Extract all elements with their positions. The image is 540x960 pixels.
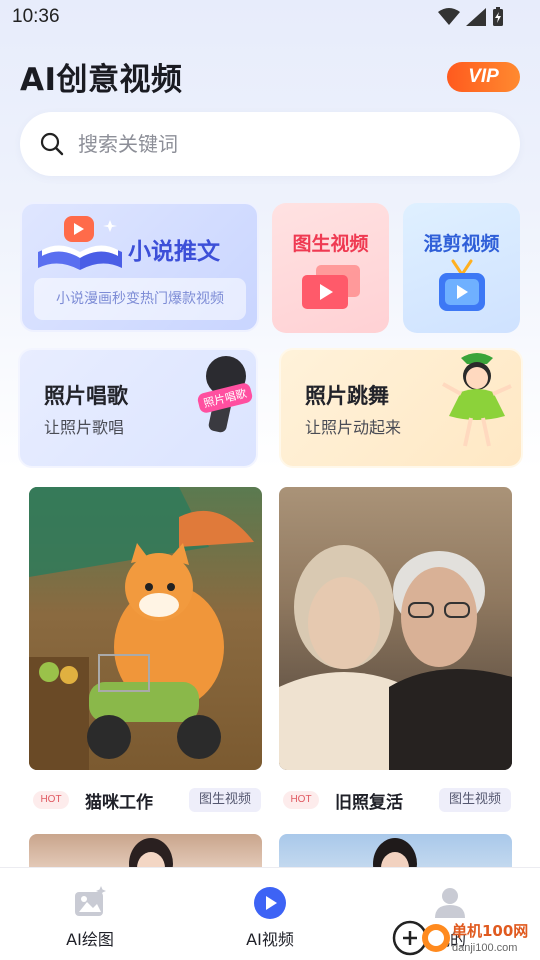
img2video-card-title: 图生视频 [292, 233, 369, 255]
novel-card-title: 小说推文 [128, 239, 220, 265]
dance-card-subtitle: 让照片动起来 [305, 418, 402, 437]
mix-card-title: 混剪视频 [423, 233, 500, 255]
template-info-row[interactable]: HOT 猫咪工作 图生视频 [33, 786, 261, 814]
photo-dance-card[interactable]: 照片跳舞 让照片动起来 [279, 348, 523, 468]
template-image-old-photo[interactable] [279, 487, 512, 770]
sing-card-subtitle: 让照片歌唱 [44, 418, 125, 437]
signal-icon [466, 8, 486, 26]
wifi-icon [438, 8, 460, 25]
nav-item-ai-draw[interactable]: AI绘图 [30, 868, 150, 960]
battery-icon [493, 7, 503, 26]
dance-card-title: 照片跳舞 [305, 384, 389, 408]
nav-item-ai-video[interactable]: AI视频 [210, 868, 330, 960]
page-title: AI创意视频 [20, 62, 183, 98]
image-icon [75, 886, 106, 916]
template-tag[interactable]: 图生视频 [438, 788, 511, 812]
watermark-text: 单机100网 [452, 922, 529, 940]
nav-label: AI视频 [246, 930, 294, 949]
image-to-video-card[interactable]: 图生视频 [272, 203, 389, 333]
vip-button[interactable]: VIP [447, 62, 520, 92]
hot-badge: HOT [283, 791, 319, 809]
mix-video-card[interactable]: 混剪视频 [403, 203, 520, 333]
tv-icon [439, 259, 485, 311]
template-tag[interactable]: 图生视频 [188, 788, 261, 812]
status-icons [438, 7, 504, 27]
search-input[interactable] [78, 112, 498, 176]
novel-video-card[interactable]: 小说推文 小说漫画秒变热门爆款视频 [20, 202, 259, 332]
sing-card-title: 照片唱歌 [44, 384, 128, 408]
microphone-icon: 照片唱歌 [197, 356, 253, 433]
user-icon [435, 888, 465, 918]
nav-label: AI绘图 [66, 930, 114, 949]
play-circle-icon [254, 887, 286, 919]
template-name: 旧照复活 [335, 792, 403, 813]
template-image-cat-scooter[interactable] [29, 487, 262, 770]
dancer-icon [442, 353, 512, 447]
template-info-row[interactable]: HOT 旧照复活 图生视频 [283, 786, 511, 814]
watermark-url: danji100.com [452, 942, 518, 954]
cat-scooter-illustration [29, 487, 254, 770]
video-play-icon [302, 265, 360, 309]
status-bar: 10:36 [0, 0, 540, 36]
book-play-icon [38, 216, 122, 270]
search-bar[interactable] [20, 112, 520, 176]
template-name: 猫咪工作 [85, 792, 153, 813]
hot-badge: HOT [33, 791, 69, 809]
elderly-couple-photo [279, 545, 512, 770]
photo-sing-card[interactable]: 照片唱歌 让照片歌唱 照片唱歌 [18, 348, 258, 468]
novel-card-subtitle: 小说漫画秒变热门爆款视频 [34, 278, 246, 320]
search-icon [40, 132, 64, 156]
status-time: 10:36 [12, 6, 60, 27]
